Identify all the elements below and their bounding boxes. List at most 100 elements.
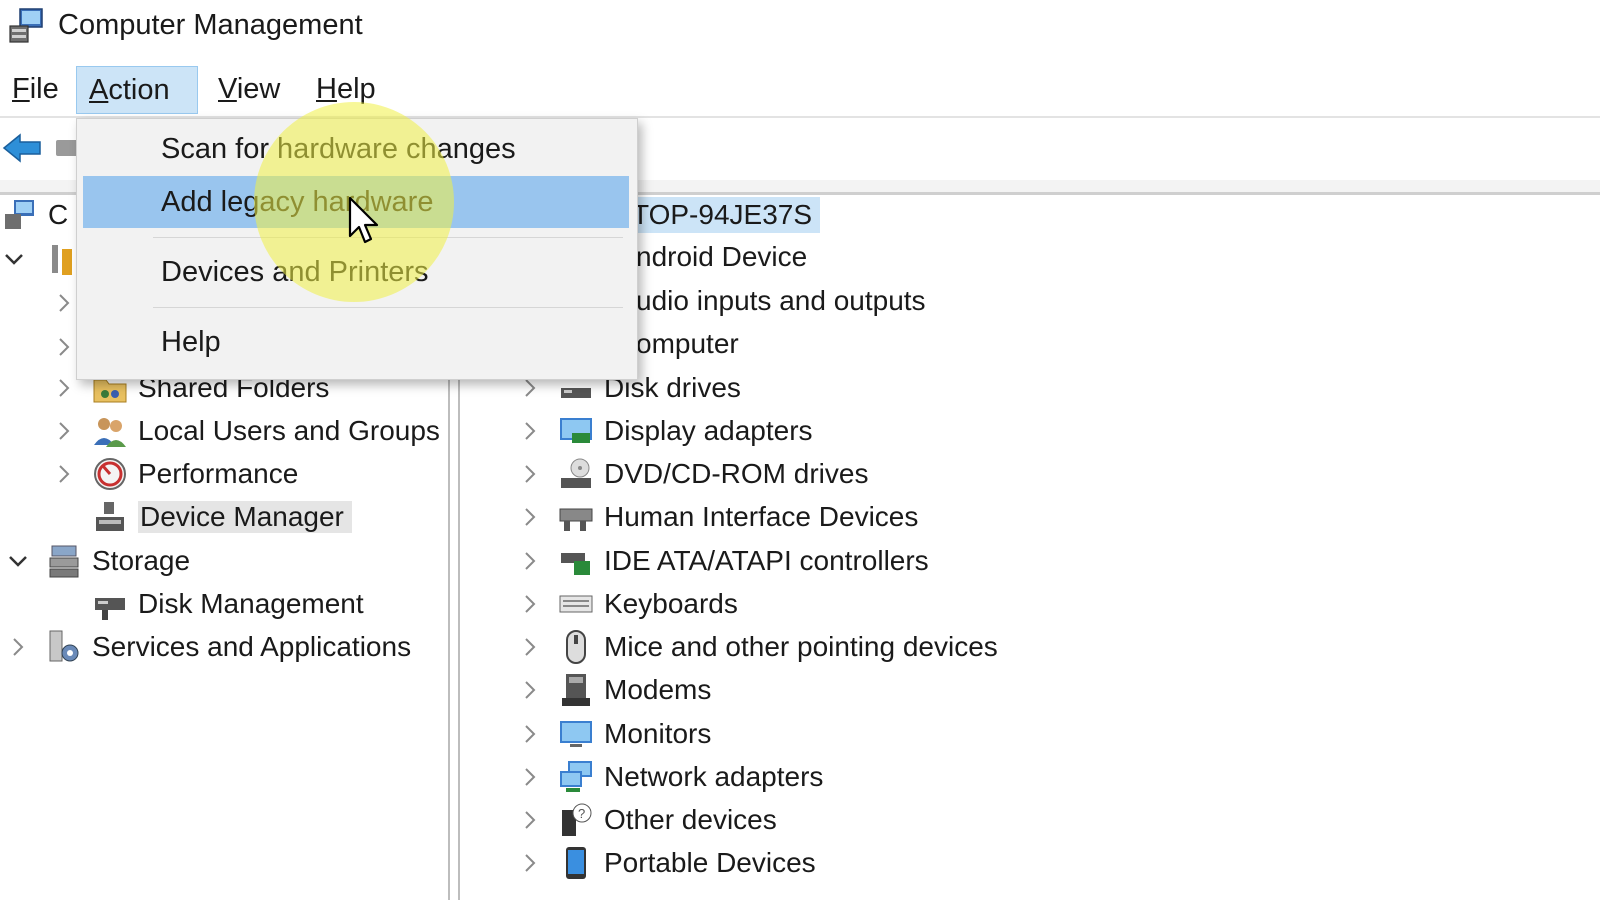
device-category-label: Portable Devices (604, 847, 816, 878)
device-category-label: Network adapters (604, 761, 824, 792)
tree-item-label: Storage (92, 545, 191, 576)
menu-item-help[interactable]: Help (83, 316, 629, 368)
device-category-portable[interactable]: Portable Devices (516, 843, 816, 883)
device-category-modems[interactable]: Modems (516, 670, 711, 710)
chevron-right-icon[interactable] (516, 800, 544, 840)
chevron-right-icon[interactable] (516, 627, 544, 667)
title-bar: Computer Management (0, 0, 1600, 56)
tree-item-storage[interactable]: Storage (4, 541, 190, 581)
mouse-pointer-icon (348, 196, 379, 244)
device-category-label: DVD/CD-ROM drives (604, 458, 869, 489)
chevron-right-icon[interactable] (516, 497, 544, 537)
tree-item-local-users[interactable]: Local Users and Groups (50, 411, 440, 451)
chevron-right-icon[interactable] (516, 454, 544, 494)
device-category-partial-3[interactable]: omputer (636, 324, 739, 364)
dvd-drive-icon (556, 454, 596, 494)
chevron-right-icon[interactable] (516, 411, 544, 451)
menu-help[interactable]: Help (304, 66, 388, 112)
network-adapter-icon (556, 757, 596, 797)
hid-icon (556, 497, 596, 537)
device-category-network[interactable]: Network adapters (516, 757, 823, 797)
tree-item-label: Services and Applications (92, 631, 412, 662)
tree-item-disk-management[interactable]: Disk Management (90, 584, 364, 624)
menu-file-rest: ile (29, 73, 59, 105)
tree-item-label: Disk Management (138, 588, 364, 619)
menu-action-mnemonic: A (89, 74, 109, 106)
chevron-right-icon[interactable] (50, 327, 78, 367)
computer-management-icon (0, 195, 40, 235)
back-arrow-icon[interactable] (2, 132, 44, 164)
performance-icon (90, 454, 130, 494)
toolbar-forward-icon[interactable] (56, 140, 78, 156)
chevron-right-icon[interactable] (50, 454, 78, 494)
keyboard-icon (556, 584, 596, 624)
chevron-right-icon[interactable] (516, 843, 544, 883)
device-category-mice[interactable]: Mice and other pointing devices (516, 627, 998, 667)
menu-help-rest: elp (336, 73, 376, 105)
users-icon (90, 411, 130, 451)
device-tree-host[interactable]: TOP-94JE37S (632, 195, 821, 235)
device-category-display-adapters[interactable]: Display adapters (516, 411, 813, 451)
display-adapter-icon (556, 411, 596, 451)
device-category-keyboards[interactable]: Keyboards (516, 584, 738, 624)
menu-file[interactable]: File (0, 66, 71, 112)
chevron-right-icon[interactable] (50, 368, 78, 408)
device-category-partial-1[interactable]: ndroid Device (636, 237, 807, 277)
device-category-label: Keyboards (604, 588, 738, 619)
tree-item-services[interactable]: Services and Applications (4, 627, 411, 667)
chevron-right-icon[interactable] (516, 757, 544, 797)
ide-controller-icon (556, 541, 596, 581)
tree-root-label: C (48, 199, 69, 230)
device-category-other[interactable]: ? Other devices (516, 800, 777, 840)
device-category-label: IDE ATA/ATAPI controllers (604, 545, 929, 576)
services-icon (44, 627, 84, 667)
device-manager-icon (90, 497, 130, 537)
chevron-right-icon[interactable] (516, 584, 544, 624)
chevron-down-icon[interactable] (0, 239, 28, 279)
menu-action[interactable]: Action (76, 66, 198, 114)
menu-separator (153, 307, 623, 308)
device-category-label: Other devices (604, 804, 777, 835)
portable-device-icon (556, 843, 596, 883)
menu-view[interactable]: View (206, 66, 292, 112)
tree-chevron-row-2[interactable] (50, 327, 78, 367)
menu-view-mnemonic: V (218, 73, 237, 105)
chevron-right-icon[interactable] (516, 714, 544, 754)
menu-item-devices-printers[interactable]: Devices and Printers (83, 246, 629, 298)
tree-item-label: Performance (138, 458, 299, 489)
tree-chevron-row-1[interactable] (50, 283, 78, 323)
mouse-icon (556, 627, 596, 667)
device-category-hid[interactable]: Human Interface Devices (516, 497, 918, 537)
tree-root[interactable]: C (0, 195, 68, 235)
host-name: TOP-94JE37S (632, 197, 821, 233)
chevron-right-icon[interactable] (516, 541, 544, 581)
chevron-right-icon[interactable] (50, 283, 78, 323)
tree-item-device-manager[interactable]: Device Manager (90, 497, 352, 537)
tree-item-label: Device Manager (138, 501, 352, 533)
tree-item-performance[interactable]: Performance (50, 454, 298, 494)
device-category-label: Display adapters (604, 415, 813, 446)
menu-action-rest: ction (108, 74, 170, 106)
device-category-dvd-drives[interactable]: DVD/CD-ROM drives (516, 454, 868, 494)
disk-management-icon (90, 584, 130, 624)
device-category-label: Human Interface Devices (604, 501, 919, 532)
other-devices-icon: ? (556, 800, 596, 840)
chevron-right-icon[interactable] (516, 670, 544, 710)
modem-icon (556, 670, 596, 710)
storage-icon (44, 541, 84, 581)
device-category-monitors[interactable]: Monitors (516, 714, 711, 754)
monitor-icon (556, 714, 596, 754)
device-category-partial-2[interactable]: udio inputs and outputs (636, 281, 926, 321)
computer-management-icon (9, 8, 43, 43)
device-category-label: omputer (636, 328, 739, 359)
menu-help-mnemonic: H (316, 73, 337, 105)
chevron-right-icon[interactable] (4, 627, 32, 667)
menu-view-rest: iew (236, 73, 281, 105)
menu-item-scan-hardware[interactable]: Scan for hardware changes (83, 123, 629, 175)
window-title: Computer Management (58, 9, 363, 41)
tree-item-label: Local Users and Groups (138, 415, 440, 446)
device-category-ide[interactable]: IDE ATA/ATAPI controllers (516, 541, 929, 581)
device-category-label: ndroid Device (636, 241, 808, 272)
chevron-down-icon[interactable] (4, 541, 32, 581)
chevron-right-icon[interactable] (50, 411, 78, 451)
